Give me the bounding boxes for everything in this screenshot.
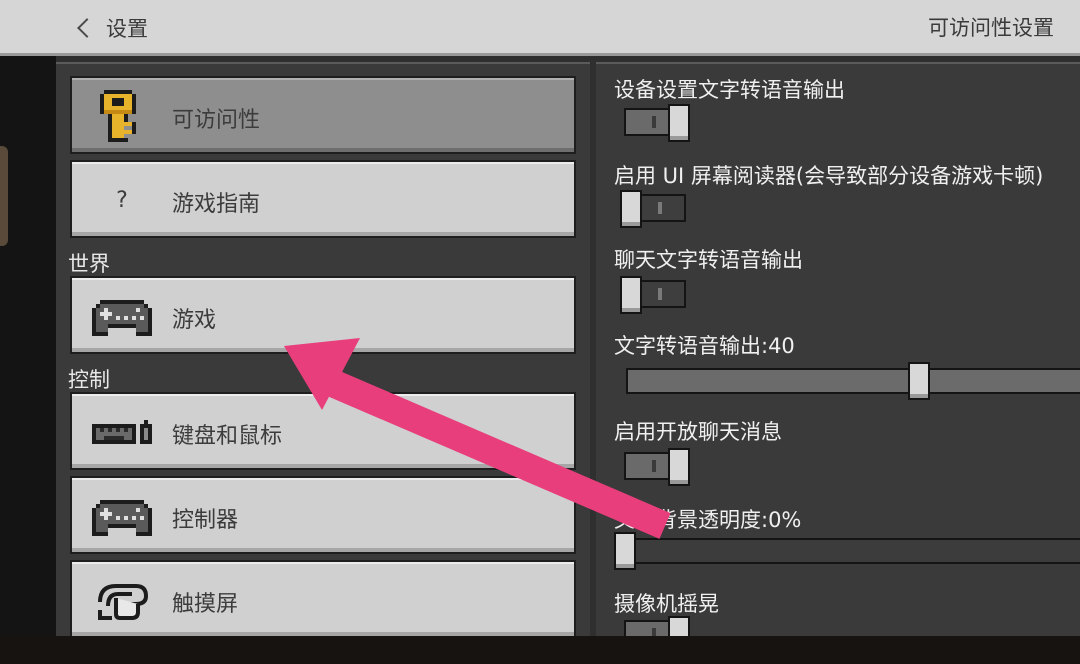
- slider-rail: [626, 538, 1080, 564]
- toggle-camera-shake[interactable]: [624, 616, 692, 638]
- accessibility-options-panel[interactable]: 设备设置文字转语音输出 启用 UI 屏幕阅读器(会导致部分设备游戏卡顿) 聊天文…: [596, 62, 1080, 638]
- slider-rail: [626, 368, 1080, 394]
- slider-thumb[interactable]: [908, 362, 930, 400]
- toggle-knob[interactable]: [668, 448, 690, 486]
- settings-screen: 设置 可访问性设置 可访问性 ? 游戏指南 世界 游戏 控制 键盘和鼠标 控制器…: [0, 0, 1080, 664]
- nav-item-keyboard-mouse[interactable]: 键盘和鼠标: [70, 392, 576, 470]
- nav-item-label: 键盘和鼠标: [172, 424, 283, 449]
- key-icon: [90, 90, 154, 142]
- option-label-open-chat: 启用开放聊天消息: [614, 420, 782, 444]
- toggle-knob[interactable]: [620, 276, 642, 314]
- page-title: 可访问性设置: [928, 16, 1054, 40]
- option-label-text-bg-opacity: 文本背景透明度:0%: [614, 508, 802, 532]
- toggle-open-chat[interactable]: [624, 448, 692, 486]
- option-label-tts-volume: 文字转语音输出:40: [614, 334, 795, 358]
- slider-thumb[interactable]: [614, 532, 636, 570]
- nav-item-how-to-play[interactable]: ? 游戏指南: [70, 160, 576, 238]
- chevron-left-icon: [77, 18, 97, 38]
- keyboard-mouse-icon: [90, 406, 154, 458]
- toggle-knob[interactable]: [668, 104, 690, 142]
- nav-item-game[interactable]: 游戏: [70, 276, 576, 354]
- nav-item-touchscreen[interactable]: 触摸屏: [70, 560, 576, 638]
- nav-item-label: 触摸屏: [172, 592, 239, 617]
- settings-category-list[interactable]: 可访问性 ? 游戏指南 世界 游戏 控制 键盘和鼠标 控制器 触摸屏: [56, 62, 590, 638]
- slider-tts-volume[interactable]: [626, 362, 1080, 400]
- nav-item-accessibility[interactable]: 可访问性: [70, 76, 576, 154]
- toggle-chat-tts[interactable]: [620, 276, 692, 314]
- back-label: 设置: [106, 17, 148, 41]
- question-icon: ?: [116, 187, 128, 213]
- option-label-chat-tts: 聊天文字转语音输出: [614, 248, 803, 272]
- header-bar: 设置 可访问性设置: [0, 0, 1080, 56]
- background-world-strip: [0, 56, 56, 636]
- toggle-knob[interactable]: [620, 190, 642, 228]
- slider-text-bg-opacity[interactable]: [614, 532, 1080, 570]
- toggle-knob[interactable]: [668, 616, 690, 638]
- nav-item-label: 游戏: [172, 308, 217, 333]
- toggle-ui-screen-reader[interactable]: [620, 190, 692, 228]
- background-floor-strip: [0, 636, 1080, 664]
- option-label-ui-screen-reader: 启用 UI 屏幕阅读器(会导致部分设备游戏卡顿): [614, 164, 1044, 188]
- nav-item-controller[interactable]: 控制器: [70, 476, 576, 554]
- nav-item-label: 控制器: [172, 508, 239, 533]
- background-decoration: [0, 146, 8, 246]
- touch-icon: [90, 574, 154, 626]
- option-label-camera-shake: 摄像机摇晃: [614, 592, 719, 616]
- gamepad-icon: [90, 290, 154, 342]
- nav-item-label: 游戏指南: [172, 192, 261, 217]
- section-title-world: 世界: [68, 252, 110, 276]
- nav-item-label: 可访问性: [172, 108, 261, 133]
- option-label-device-tts: 设备设置文字转语音输出: [614, 78, 845, 102]
- gamepad-icon: [90, 490, 154, 542]
- toggle-device-tts[interactable]: [624, 104, 692, 142]
- back-button[interactable]: 设置: [70, 10, 148, 46]
- section-title-controls: 控制: [68, 368, 110, 392]
